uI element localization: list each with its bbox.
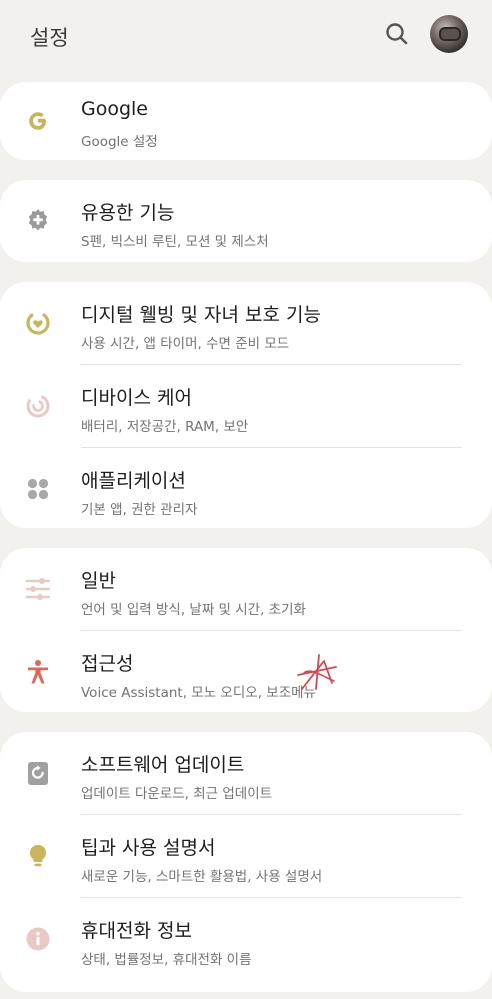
sliders-icon	[25, 578, 51, 600]
menu-item-general[interactable]: 일반 언어 및 입력 방식, 날짜 및 시간, 초기화	[0, 548, 492, 630]
menu-item-applications[interactable]: 애플리케이션 기본 앱, 권한 관리자	[0, 448, 492, 530]
software-update-sub: 업데이트 다운로드, 최근 업데이트	[81, 786, 273, 802]
info-icon	[26, 927, 50, 951]
general-label: 일반	[81, 570, 116, 592]
lightbulb-icon	[30, 845, 46, 867]
device-care-sub: 배터리, 저장공간, RAM, 보안	[81, 419, 249, 435]
pen-annotation-scribble	[297, 654, 337, 690]
applications-sub: 기본 앱, 권한 관리자	[81, 502, 198, 518]
page-title: 설정	[30, 26, 69, 50]
card-general-group: 일반 언어 및 입력 방식, 날짜 및 시간, 초기화 접근성 Voice As…	[0, 548, 492, 712]
general-sub: 언어 및 입력 방식, 날짜 및 시간, 초기화	[81, 602, 306, 618]
menu-item-accessibility[interactable]: 접근성 Voice Assistant, 모노 오디오, 보조메뉴	[0, 631, 492, 713]
advanced-features-label: 유용한 기능	[81, 202, 175, 224]
software-update-icon	[28, 762, 48, 785]
digital-wellbeing-label: 디지털 웰빙 및 자녀 보호 기능	[81, 304, 321, 326]
search-icon	[386, 23, 408, 45]
device-care-icon	[26, 394, 50, 418]
menu-item-digital-wellbeing[interactable]: 디지털 웰빙 및 자녀 보호 기능 사용 시간, 앱 타이머, 수면 준비 모드	[0, 282, 492, 364]
gear-plus-icon	[28, 209, 48, 231]
google-sub: Google 설정	[81, 134, 158, 150]
device-care-label: 디바이스 케어	[81, 387, 192, 409]
digital-wellbeing-sub: 사용 시간, 앱 타이머, 수면 준비 모드	[81, 336, 290, 352]
menu-item-device-care[interactable]: 디바이스 케어 배터리, 저장공간, RAM, 보안	[0, 365, 492, 447]
tips-sub: 새로운 기능, 스마트한 활용법, 사용 설명서	[81, 869, 323, 885]
google-icon	[29, 112, 46, 130]
wellbeing-icon	[26, 311, 50, 335]
menu-item-software-update[interactable]: 소프트웨어 업데이트 업데이트 다운로드, 최근 업데이트	[0, 732, 492, 814]
accessibility-label: 접근성	[81, 653, 134, 675]
tips-label: 팁과 사용 설명서	[81, 837, 216, 859]
applications-label: 애플리케이션	[81, 470, 186, 492]
app-header: 설정	[0, 0, 492, 72]
google-label: Google	[81, 98, 149, 120]
software-update-label: 소프트웨어 업데이트	[81, 754, 245, 776]
menu-item-google[interactable]: Google Google 설정	[0, 80, 492, 162]
card-advanced-features: 유용한 기능 S펜, 빅스비 루틴, 모션 및 제스처	[0, 180, 492, 262]
advanced-features-sub: S펜, 빅스비 루틴, 모션 및 제스처	[81, 234, 269, 250]
menu-item-about-phone[interactable]: 휴대전화 정보 상태, 법률정보, 휴대전화 이름	[0, 898, 492, 980]
about-phone-sub: 상태, 법률정보, 휴대전화 이름	[81, 952, 252, 968]
menu-item-tips[interactable]: 팁과 사용 설명서 새로운 기능, 스마트한 활용법, 사용 설명서	[0, 815, 492, 897]
avatar-photo	[439, 27, 461, 41]
about-phone-label: 휴대전화 정보	[81, 920, 192, 942]
accessibility-sub: Voice Assistant, 모노 오디오, 보조메뉴	[81, 685, 316, 701]
accessibility-icon	[28, 660, 48, 684]
card-wellbeing-group: 디지털 웰빙 및 자녀 보호 기능 사용 시간, 앱 타이머, 수면 준비 모드…	[0, 282, 492, 528]
apps-grid-icon	[27, 478, 49, 500]
card-google: Google Google 설정	[0, 82, 492, 160]
card-software-group: 소프트웨어 업데이트 업데이트 다운로드, 최근 업데이트 팁과 사용 설명서 …	[0, 732, 492, 992]
menu-item-advanced-features[interactable]: 유용한 기능 S펜, 빅스비 루틴, 모션 및 제스처	[0, 180, 492, 262]
search-button[interactable]	[384, 21, 410, 47]
avatar[interactable]	[430, 15, 468, 53]
